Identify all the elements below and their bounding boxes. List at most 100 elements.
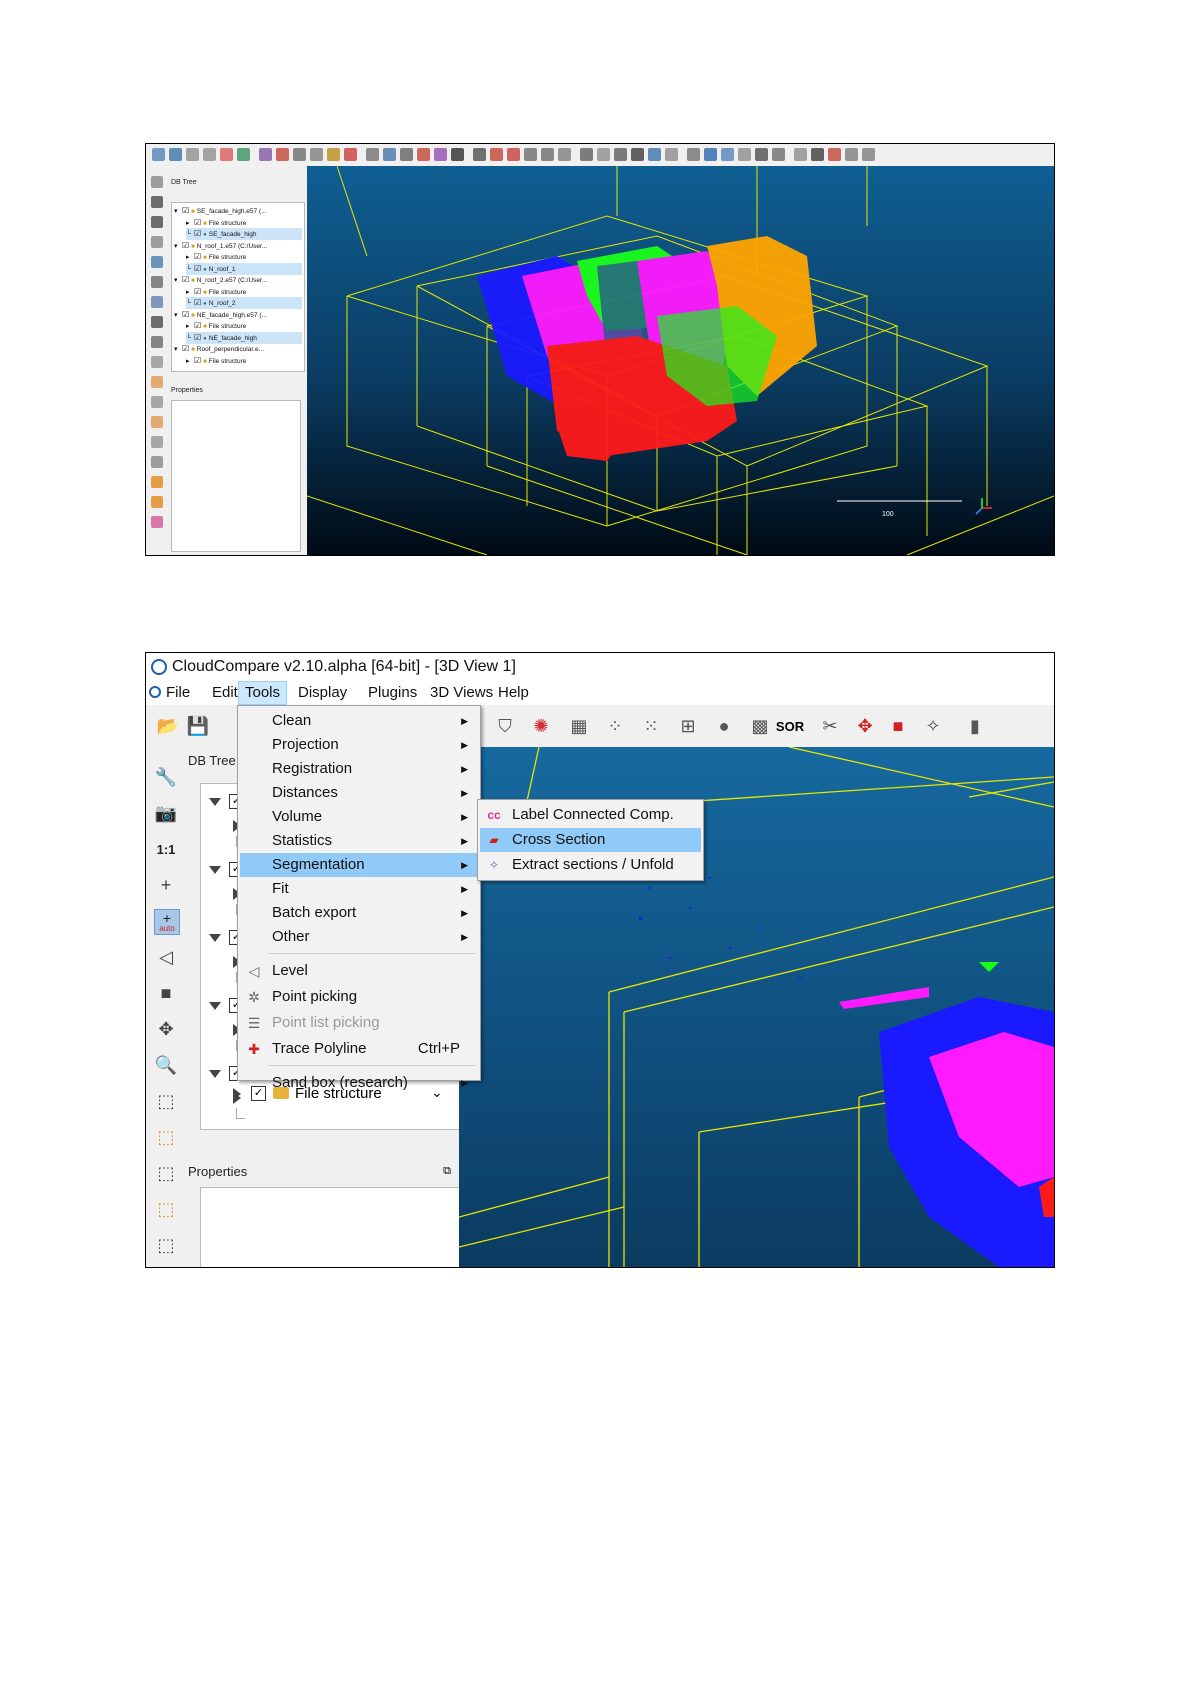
view-tool-icon[interactable] — [151, 456, 163, 468]
checkbox[interactable]: ☑ — [194, 356, 201, 365]
sphere-icon[interactable]: ✺ — [529, 714, 553, 738]
checkbox[interactable]: ☑ — [194, 264, 201, 273]
menu-item-clean[interactable]: Clean ▶ — [240, 709, 478, 733]
menu-item-sand-box-research[interactable]: Sand box (research) ▶ — [240, 1071, 478, 1095]
tree-row[interactable]: ▸ ☑ ■ File structure — [186, 286, 302, 298]
view-tool-icon[interactable] — [151, 396, 163, 408]
3d-view[interactable]: 100 — [307, 166, 1054, 555]
menu-item-distances[interactable]: Distances ▶ — [240, 781, 478, 805]
view-tool-icon[interactable] — [151, 516, 163, 528]
toolbar-tool-icon[interactable] — [704, 148, 717, 161]
toolbar-tool-icon[interactable] — [648, 148, 661, 161]
expand-arrow-icon[interactable]: ▾ — [174, 275, 182, 287]
save-icon[interactable]: 💾 — [186, 714, 210, 738]
toolbar-tool-icon[interactable] — [434, 148, 447, 161]
toolbar-tool-icon[interactable] — [755, 148, 768, 161]
tree-row[interactable]: ▸ ☑ ■ File structure — [186, 355, 302, 367]
toolbar-tool-icon[interactable] — [366, 148, 379, 161]
expand-arrow-icon[interactable] — [209, 866, 221, 874]
tree-row[interactable]: ▸ ☑ ■ File structure — [186, 251, 302, 263]
checkbox[interactable]: ☑ — [194, 218, 201, 227]
view-tool-icon[interactable] — [151, 356, 163, 368]
view-tool-icon[interactable] — [151, 216, 163, 228]
menu-3d-views[interactable]: 3D Views — [424, 681, 499, 705]
toolbar-tool-icon[interactable] — [828, 148, 841, 161]
view-tool-icon[interactable] — [151, 496, 163, 508]
toolbar-tool-icon[interactable] — [580, 148, 593, 161]
checkbox[interactable]: ☑ — [194, 287, 201, 296]
wrench-icon[interactable]: 🔧 — [154, 765, 178, 789]
toolbar-tool-icon[interactable] — [383, 148, 396, 161]
menu-item-statistics[interactable]: Statistics ▶ — [240, 829, 478, 853]
move-icon[interactable]: ✥ — [154, 1017, 178, 1041]
checkbox[interactable]: ☑ — [182, 206, 189, 215]
open-folder-icon[interactable]: 📂 — [156, 714, 180, 738]
camera-icon[interactable]: 📷 — [154, 801, 178, 825]
toolbar-tool-icon[interactable] — [558, 148, 571, 161]
expand-arrow-icon[interactable] — [209, 798, 221, 806]
back-view-icon[interactable]: ⬚ — [154, 1125, 178, 1149]
toolbar-tool-icon[interactable] — [451, 148, 464, 161]
checkbox[interactable]: ☑ — [182, 344, 189, 353]
scatter-icon[interactable]: ⁘ — [603, 714, 627, 738]
checkbox[interactable]: ☑ — [194, 229, 201, 238]
cc-icon[interactable]: ⊞ — [676, 714, 700, 738]
toolbar-tool-icon[interactable] — [293, 148, 306, 161]
extract-icon[interactable]: ✧ — [921, 714, 945, 738]
submenu-item-cross-section[interactable]: ▰ Cross Section — [480, 828, 701, 852]
auto-pivot-icon[interactable]: + auto — [154, 909, 180, 935]
level-icon[interactable]: ◁ — [154, 945, 178, 969]
db-tree-list[interactable]: ▾ ☑ ■ SE_facade_high.e57 (... ▸ ☑ ■ File struct… — [171, 202, 305, 372]
toolbar-tool-icon[interactable] — [794, 148, 807, 161]
toolbar-tool-icon[interactable] — [400, 148, 413, 161]
toolbar-tool-icon[interactable] — [665, 148, 678, 161]
zoom-11-icon[interactable]: 1:1 — [154, 837, 178, 861]
menu-item-level[interactable]: ◁ Level — [240, 959, 478, 983]
toolbar-tool-icon[interactable] — [524, 148, 537, 161]
toolbar-tool-icon[interactable] — [186, 148, 199, 161]
menu-item-point-picking[interactable]: ✲ Point picking — [240, 985, 478, 1009]
menu-plugins[interactable]: Plugins — [362, 681, 423, 705]
menu-item-volume[interactable]: Volume ▶ — [240, 805, 478, 829]
view-tool-icon[interactable] — [151, 316, 163, 328]
view-tool-icon[interactable] — [151, 236, 163, 248]
expand-arrow-icon[interactable]: ▾ — [174, 344, 182, 356]
view-tool-icon[interactable] — [151, 416, 163, 428]
menu-item-fit[interactable]: Fit ▶ — [240, 877, 478, 901]
cross-arrows-icon[interactable]: ✥ — [853, 714, 877, 738]
view-tool-icon[interactable] — [151, 176, 163, 188]
chart-icon[interactable]: ▮ — [963, 714, 987, 738]
toolbar-tool-icon[interactable] — [220, 148, 233, 161]
toolbar-tool-icon[interactable] — [862, 148, 875, 161]
plus-icon[interactable]: + — [154, 873, 178, 897]
top-view-icon[interactable]: ⬚ — [154, 1233, 178, 1257]
toolbar-tool-icon[interactable] — [203, 148, 216, 161]
view-tool-icon[interactable] — [151, 256, 163, 268]
toolbar-tool-icon[interactable] — [738, 148, 751, 161]
toolbar-tool-icon[interactable] — [259, 148, 272, 161]
tree-row[interactable]: ▸ ☑ ■ File structure — [186, 320, 302, 332]
menu-display[interactable]: Display — [292, 681, 353, 705]
toolbar-tool-icon[interactable] — [169, 148, 182, 161]
expand-arrow-icon[interactable]: ▾ — [174, 241, 182, 253]
view-tool-icon[interactable] — [151, 476, 163, 488]
tree-row[interactable]: └ ☑ ● SE_facade_high — [186, 228, 302, 240]
toolbar-tool-icon[interactable] — [845, 148, 858, 161]
cube-red-icon[interactable]: ■ — [886, 714, 910, 738]
menu-item-registration[interactable]: Registration ▶ — [240, 757, 478, 781]
view-tool-icon[interactable] — [151, 376, 163, 388]
toolbar-tool-icon[interactable] — [614, 148, 627, 161]
toolbar-tool-icon[interactable] — [687, 148, 700, 161]
toolbar-tool-icon[interactable] — [631, 148, 644, 161]
submenu-item-extract-sections-unfold[interactable]: ✧ Extract sections / Unfold — [480, 853, 701, 877]
tree-row[interactable]: └ ☑ ● N_roof_2 — [186, 297, 302, 309]
menu-item-projection[interactable]: Projection ▶ — [240, 733, 478, 757]
tree-row[interactable]: ▾ ☑ ■ NE_facade_high.e57 (... — [174, 309, 302, 321]
expand-arrow-icon[interactable] — [209, 934, 221, 942]
menu-item-segmentation[interactable]: Segmentation ▶ — [240, 853, 478, 877]
toolbar-tool-icon[interactable] — [152, 148, 165, 161]
tree-row[interactable]: ▾ ☑ ■ SE_facade_high.e57 (... — [174, 205, 302, 217]
rock-icon[interactable]: ● — [712, 714, 736, 738]
view-tool-icon[interactable] — [151, 196, 163, 208]
tree-row[interactable]: └ ☑ ● NE_facade_high — [186, 331, 302, 344]
